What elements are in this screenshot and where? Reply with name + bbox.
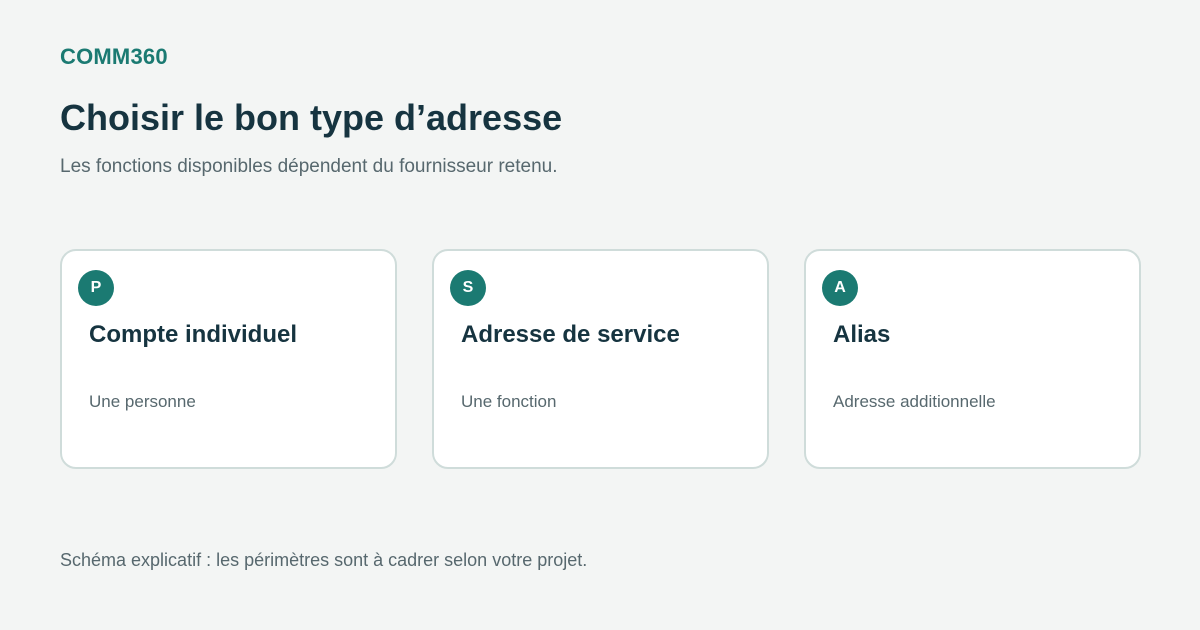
page-subtitle: Les fonctions disponibles dépendent du f… — [60, 156, 558, 177]
address-type-cards: P Compte individuel Une personne S Adres… — [60, 249, 1141, 469]
card-description-alias: Adresse additionnelle — [833, 392, 996, 411]
card-individual-account: P Compte individuel Une personne — [60, 249, 397, 469]
page-title: Choisir le bon type d’adresse — [60, 97, 563, 138]
brand-logo-text: COMM360 — [60, 44, 168, 69]
footnote: Schéma explicatif : les périmètres sont … — [60, 550, 588, 570]
card-alias: A Alias Adresse additionnelle — [804, 249, 1141, 469]
card-title-individual-account: Compte individuel — [89, 321, 298, 348]
card-title-alias: Alias — [833, 321, 891, 348]
card-title-service-address: Adresse de service — [461, 321, 680, 348]
card-service-address: S Adresse de service Une fonction — [432, 249, 769, 469]
card-description-service-address: Une fonction — [461, 392, 557, 411]
card-description-individual-account: Une personne — [89, 392, 196, 411]
badge-alias: A — [822, 270, 858, 306]
badge-individual-account: P — [78, 270, 114, 306]
badge-service-address: S — [450, 270, 486, 306]
